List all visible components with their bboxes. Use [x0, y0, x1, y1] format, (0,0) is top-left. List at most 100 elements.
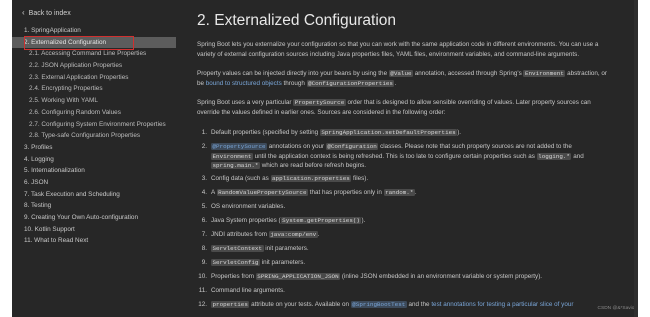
- list-number: 4.: [201, 188, 207, 196]
- vertical-scrollbar[interactable]: [634, 0, 638, 317]
- toc-item-testing[interactable]: 8. Testing: [12, 200, 178, 212]
- toc-item-logging[interactable]: 4. Logging: [12, 154, 178, 166]
- code-span: ServletContext: [211, 244, 264, 252]
- text-span: until the application context is being r…: [252, 152, 537, 160]
- toc-item-i18n[interactable]: 5. Internationalization: [12, 165, 178, 177]
- docs-page: ‹ Back to index 1. SpringApplication 2. …: [12, 0, 638, 317]
- list-item: 3. Config data (such as application.prop…: [197, 174, 613, 185]
- property-source-order-list: 1. Default properties (specified by sett…: [197, 128, 613, 314]
- list-number: 5.: [201, 202, 207, 210]
- text-span: init parameters.: [259, 258, 306, 266]
- list-item: 9. ServletConfig init parameters.: [197, 258, 613, 269]
- toc-item-type-safe[interactable]: 2.8. Type-safe Configuration Properties: [12, 130, 178, 142]
- toc-item-command-line[interactable]: 2.1. Accessing Command Line Properties: [12, 48, 178, 60]
- text-span: attribute on your tests. Available on: [249, 300, 351, 308]
- code-span: ServletConfig: [211, 258, 260, 266]
- toc-item-json-properties[interactable]: 2.2. JSON Application Properties: [12, 60, 178, 72]
- toc-item-yaml[interactable]: 2.5. Working With YAML: [12, 95, 178, 107]
- text-span: and the: [406, 300, 432, 308]
- code-span: application.properties: [270, 174, 352, 182]
- code-span: java:comp/env: [268, 230, 318, 238]
- text-span: Java System properties (: [211, 216, 281, 224]
- list-text: Properties from SPRING_APPLICATION_JSON …: [211, 272, 613, 283]
- list-item: 8. ServletContext init parameters.: [197, 244, 613, 255]
- red-highlight-box: [24, 36, 134, 50]
- screenshot-frame: ‹ Back to index 1. SpringApplication 2. …: [0, 0, 650, 317]
- list-item: 7. JNDI attributes from java:comp/env.: [197, 230, 613, 241]
- toc-item-json[interactable]: 6. JSON: [12, 177, 178, 189]
- toc-item-task-execution[interactable]: 7. Task Execution and Scheduling: [12, 189, 178, 201]
- list-number: 10.: [198, 272, 207, 280]
- text-span: Config data (such as: [211, 174, 271, 182]
- text-span: JNDI attributes from: [211, 230, 269, 238]
- text-span: .: [414, 188, 417, 196]
- list-number: 3.: [201, 174, 207, 182]
- text-span: classes. Please note that such property …: [378, 143, 572, 150]
- text-span: Spring Boot uses a very particular: [197, 99, 294, 106]
- list-number: 8.: [201, 244, 207, 252]
- code-property-source: PropertySource: [293, 99, 346, 106]
- text-span: files).: [351, 174, 369, 182]
- code-span: RandomValuePropertySource: [216, 188, 308, 196]
- code-span: @Configuration: [325, 143, 379, 150]
- toc-item-auto-configuration[interactable]: 9. Creating Your Own Auto-configuration: [12, 212, 178, 224]
- text-span: annotations on your: [267, 143, 326, 150]
- toc-item-encrypting[interactable]: 2.4. Encrypting Properties: [12, 83, 178, 95]
- text-span: Default properties (specified by setting: [211, 129, 320, 136]
- property-source-link[interactable]: @PropertySource: [211, 143, 268, 150]
- code-span: properties: [211, 300, 250, 308]
- list-item: 6. Java System properties (System.getPro…: [197, 216, 613, 227]
- list-item: 4. A RandomValuePropertySource that has …: [197, 188, 613, 199]
- code-span: SPRING_APPLICATION_JSON: [255, 272, 341, 280]
- list-item: 5. OS environment variables.: [197, 202, 613, 213]
- toc-item-profiles[interactable]: 3. Profiles: [12, 142, 178, 154]
- code-span: spring.main.*: [211, 162, 260, 170]
- text-span: .: [394, 79, 397, 87]
- list-text: A RandomValuePropertySource that has pro…: [211, 188, 613, 199]
- toc-item-what-next[interactable]: 11. What to Read Next: [12, 235, 178, 247]
- text-span: ).: [361, 216, 366, 224]
- text-span: Property values can be injected directly…: [197, 70, 389, 77]
- list-text: Config data (such as application.propert…: [211, 174, 613, 185]
- list-number: 11.: [198, 286, 207, 294]
- toc-item-random-values[interactable]: 2.6. Configuring Random Values: [12, 107, 178, 119]
- list-item: 1. Default properties (specified by sett…: [197, 128, 613, 139]
- list-text: ServletContext init parameters.: [211, 244, 613, 255]
- code-span: Environment: [211, 152, 253, 160]
- toc-nav: 1. SpringApplication 2. Externalized Con…: [12, 25, 178, 247]
- code-environment: Environment: [523, 70, 566, 77]
- toc-item-system-env[interactable]: 2.7. Configuring System Environment Prop…: [12, 119, 178, 131]
- list-item: 11. Command line arguments.: [197, 286, 613, 297]
- toc-item-springapplication[interactable]: 1. SpringApplication: [12, 25, 178, 37]
- toc-item-external-properties[interactable]: 2.3. External Application Properties: [12, 72, 178, 84]
- list-number: 2.: [201, 143, 207, 150]
- text-span: annotation, accessed through Spring's: [413, 70, 524, 77]
- list-text: OS environment variables.: [211, 202, 286, 210]
- code-span: System.getProperties(): [280, 216, 362, 224]
- injection-paragraph: Property values can be injected directly…: [197, 69, 609, 88]
- list-number: 7.: [201, 230, 207, 238]
- text-span: and: [571, 152, 584, 160]
- list-number: 9.: [201, 258, 207, 266]
- list-text: Command line arguments.: [211, 286, 285, 294]
- back-to-index-link[interactable]: ‹ Back to index: [22, 9, 71, 17]
- list-text: Java System properties (System.getProper…: [211, 216, 613, 227]
- text-span: that has properties only in: [307, 188, 384, 196]
- spring-boot-test-link[interactable]: @SpringBootTest: [350, 300, 407, 308]
- page-title: 2. Externalized Configuration: [197, 12, 397, 29]
- text-span: (inline JSON embedded in an environment …: [340, 272, 543, 280]
- text-span: which are read before refresh begins.: [259, 162, 367, 170]
- list-item: 12. properties attribute on your tests. …: [197, 300, 613, 311]
- toc-item-kotlin[interactable]: 10. Kotlin Support: [12, 224, 178, 236]
- text-span: init parameters.: [263, 244, 309, 252]
- structured-objects-link[interactable]: bound to structured objects: [206, 80, 282, 87]
- list-text: properties attribute on your tests. Avai…: [211, 300, 613, 311]
- chevron-left-icon: ‹: [22, 8, 25, 17]
- list-number: 12.: [198, 300, 207, 308]
- toc-sidebar: ‹ Back to index 1. SpringApplication 2. …: [12, 0, 178, 317]
- list-text: Default properties (specified by setting…: [211, 128, 613, 139]
- back-label: Back to index: [28, 9, 71, 17]
- list-number: 1.: [201, 129, 207, 136]
- text-span: Properties from: [211, 272, 256, 280]
- test-slice-link[interactable]: test annotations for testing a particula…: [431, 301, 573, 308]
